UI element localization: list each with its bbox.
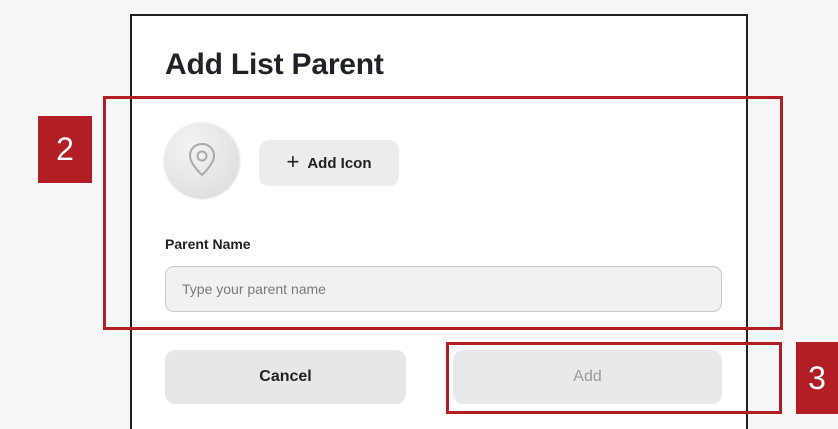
annotation-badge-3: 3 bbox=[796, 342, 838, 414]
dialog-title: Add List Parent bbox=[165, 48, 384, 81]
location-pin-icon bbox=[188, 142, 216, 177]
page-canvas: Add List Parent + Add Icon Parent Name C… bbox=[0, 0, 838, 429]
parent-name-input[interactable] bbox=[165, 266, 722, 312]
annotation-badge-2: 2 bbox=[38, 116, 92, 183]
plus-icon: + bbox=[286, 149, 300, 174]
add-icon-button[interactable]: + Add Icon bbox=[259, 140, 399, 186]
add-icon-button-label: Add Icon bbox=[307, 154, 372, 172]
cancel-button[interactable]: Cancel bbox=[165, 350, 406, 404]
add-button[interactable]: Add bbox=[453, 350, 722, 404]
icon-preview-avatar bbox=[165, 123, 239, 197]
parent-name-label: Parent Name bbox=[165, 236, 251, 252]
